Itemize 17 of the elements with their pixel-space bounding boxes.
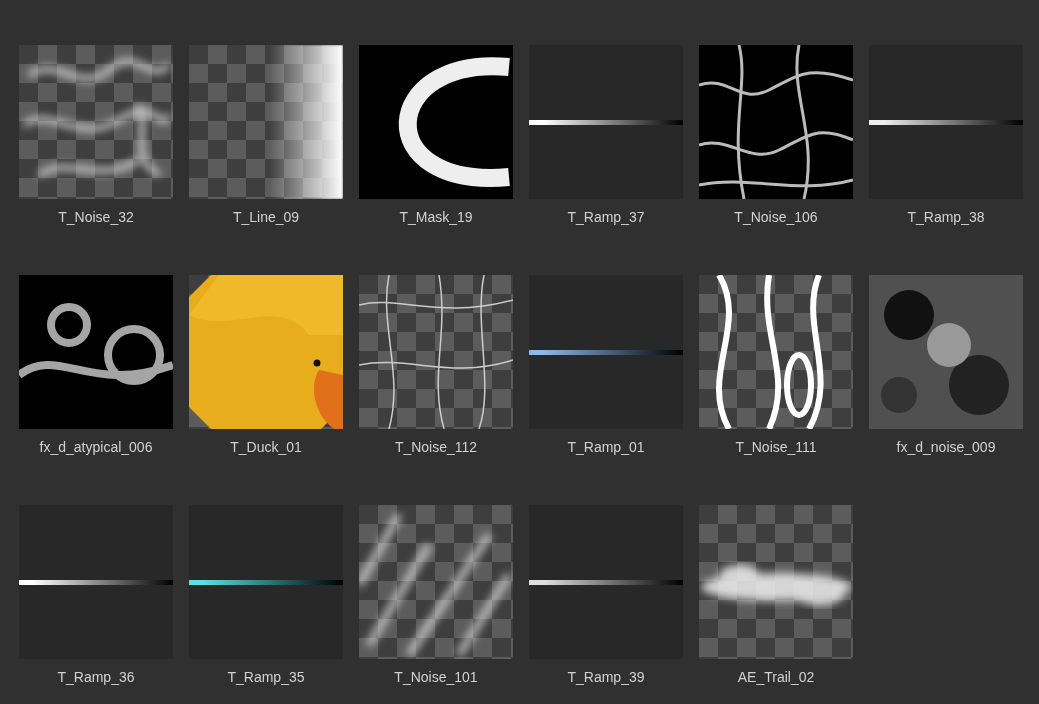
asset-name: T_Ramp_38 [907, 208, 985, 227]
asset-name: T_Duck_01 [230, 438, 302, 457]
asset-name: fx_d_atypical_006 [39, 438, 153, 457]
asset-name: T_Ramp_01 [567, 438, 645, 457]
asset-name: T_Ramp_37 [567, 208, 645, 227]
asset-name: T_Noise_111 [735, 438, 817, 457]
asset-name: T_Line_09 [232, 208, 300, 227]
asset-name: AE_Trail_02 [737, 668, 815, 687]
asset-name: T_Noise_112 [394, 438, 478, 457]
asset-name: T_Noise_32 [58, 208, 134, 227]
asset-name: fx_d_noise_009 [896, 438, 996, 457]
asset-name: T_Mask_19 [399, 208, 473, 227]
asset-name: T_Noise_106 [734, 208, 818, 227]
asset-name: T_Ramp_35 [227, 668, 305, 687]
asset-name: T_Ramp_36 [57, 668, 135, 687]
asset-name: T_Ramp_39 [567, 668, 645, 687]
asset-name: T_Noise_101 [394, 668, 478, 687]
